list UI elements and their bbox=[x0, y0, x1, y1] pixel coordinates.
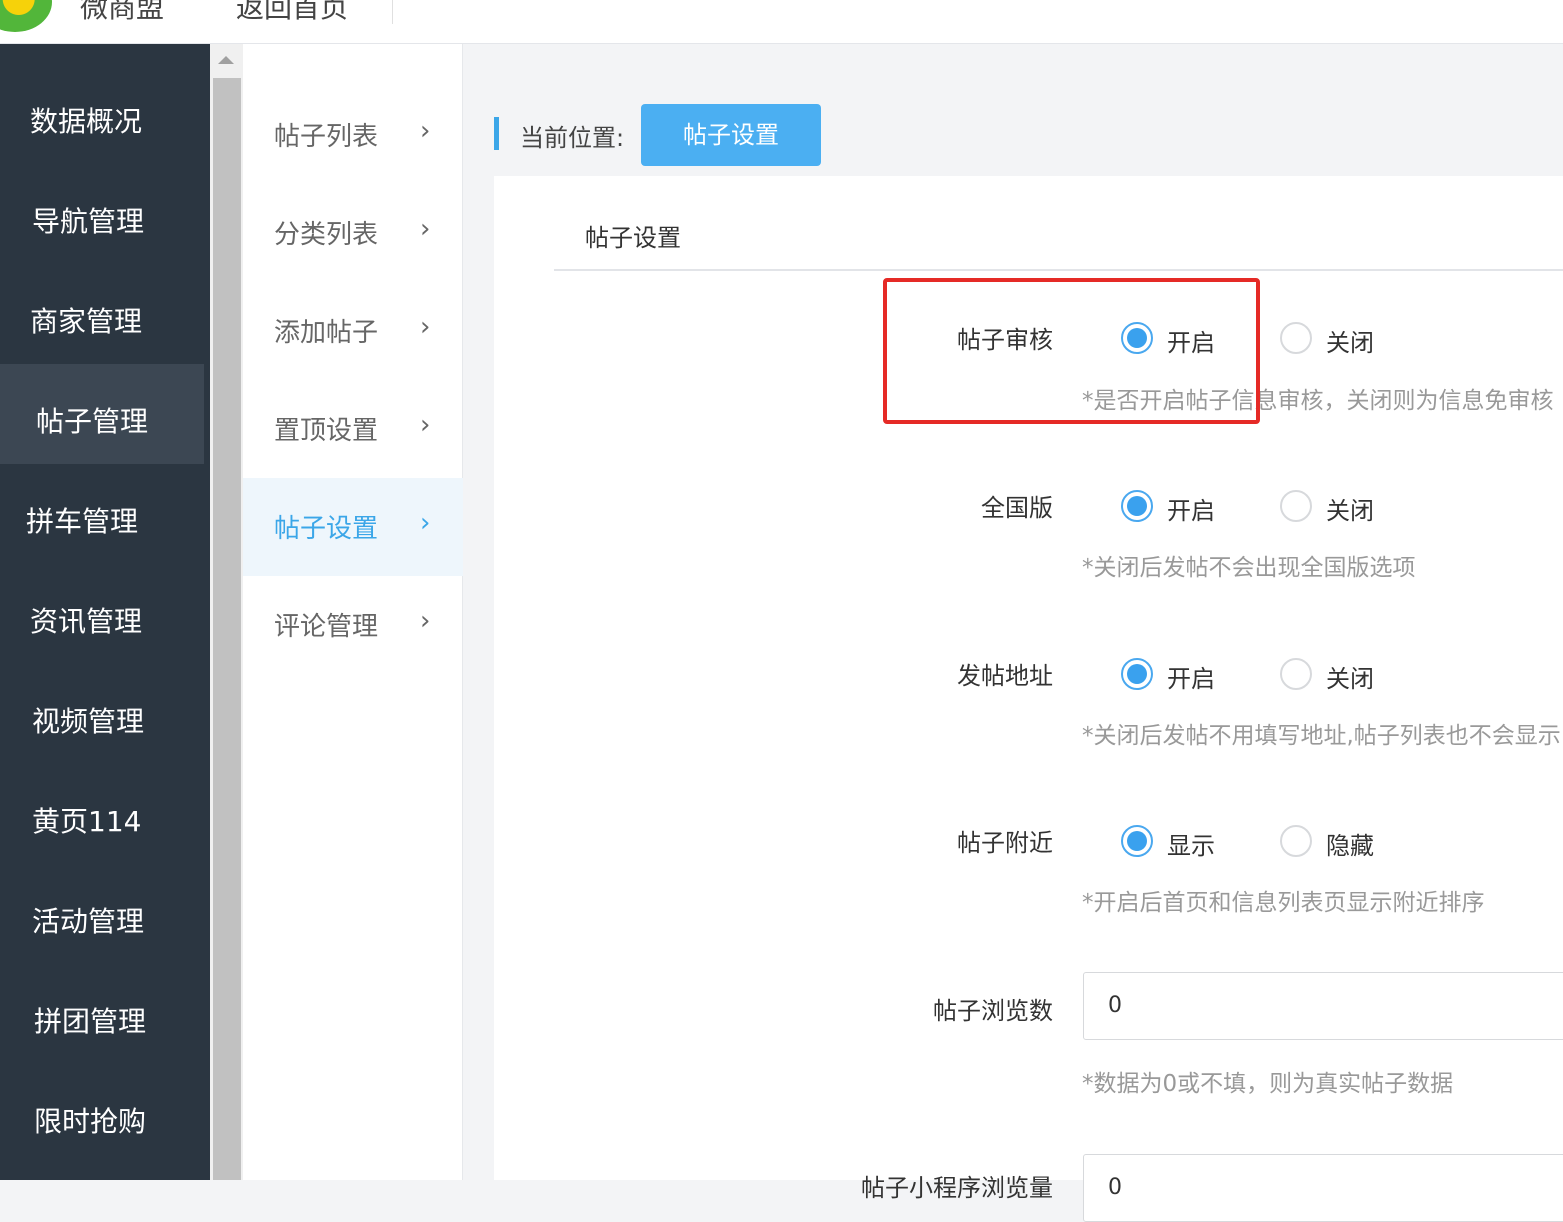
top-link-back-home[interactable]: 返回首页 bbox=[236, 0, 348, 26]
chevron-right-icon: › bbox=[420, 410, 431, 440]
radio-label: 隐藏 bbox=[1326, 832, 1374, 860]
sidebar-item-label: 帖子管理 bbox=[36, 405, 149, 438]
sidebar-item-label: 商家管理 bbox=[30, 305, 143, 338]
sidebar-item-label: 黄页114 bbox=[32, 805, 142, 838]
view-count-input[interactable]: 0 bbox=[1083, 972, 1563, 1040]
subnav-item-label: 置顶设置 bbox=[274, 416, 379, 446]
miniprogram-views-input[interactable]: 0 bbox=[1083, 1154, 1563, 1222]
subnav-item-label: 分类列表 bbox=[274, 220, 379, 250]
sidebar-item-merchant-management[interactable]: 商家管理 bbox=[0, 266, 204, 366]
chevron-right-icon: › bbox=[420, 606, 431, 636]
radio-label: 关闭 bbox=[1326, 497, 1374, 525]
setting-label-view-count: 帖子浏览数 bbox=[933, 997, 1053, 1025]
main-content: 当前位置: 帖子设置 帖子设置 帖子审核 开启 关闭 *是否开启帖子信息审核，关… bbox=[464, 44, 1563, 1222]
setting-label-miniprogram-views: 帖子小程序浏览量 bbox=[861, 1174, 1053, 1202]
chevron-right-icon: › bbox=[420, 508, 431, 538]
sidebar-item-label: 拼车管理 bbox=[26, 505, 139, 538]
radio-national-on[interactable] bbox=[1121, 490, 1153, 522]
setting-label-post-nearby: 帖子附近 bbox=[957, 829, 1053, 857]
subnav-item-category-list[interactable]: 分类列表 › bbox=[243, 184, 463, 282]
radio-national-off[interactable] bbox=[1280, 490, 1312, 522]
sidebar-item-post-management[interactable]: 帖子管理 bbox=[0, 364, 204, 464]
subnav-item-add-post[interactable]: 添加帖子 › bbox=[243, 282, 463, 380]
subnav-item-post-settings[interactable]: 帖子设置 › bbox=[243, 478, 463, 576]
hint-national: *关闭后发帖不会出现全国版选项 bbox=[1082, 555, 1416, 581]
radio-post-nearby-hide[interactable] bbox=[1280, 825, 1312, 857]
hint-post-address: *关闭后发帖不用填写地址,帖子列表也不会显示 bbox=[1082, 723, 1561, 749]
sub-nav: 帖子列表 › 分类列表 › 添加帖子 › 置顶设置 › 帖子设置 › 评论管理 … bbox=[243, 44, 463, 1180]
sidebar-item-yellow-pages[interactable]: 黄页114 bbox=[0, 766, 204, 866]
sidebar-item-event-management[interactable]: 活动管理 bbox=[0, 866, 204, 966]
highlight-annotation-box bbox=[883, 278, 1260, 424]
radio-post-review-off[interactable] bbox=[1280, 322, 1312, 354]
sidebar-item-carpool-management[interactable]: 拼车管理 bbox=[0, 466, 204, 566]
radio-label: 开启 bbox=[1167, 497, 1215, 525]
subnav-item-pin-settings[interactable]: 置顶设置 › bbox=[243, 380, 463, 478]
main-sidebar: 数据概况 导航管理 商家管理 帖子管理 拼车管理 资讯管理 视频管理 黄页114… bbox=[0, 44, 210, 1180]
top-bar: 微商盟 返回首页 bbox=[0, 0, 1563, 44]
sidebar-item-label: 拼团管理 bbox=[34, 1005, 147, 1038]
chevron-right-icon: › bbox=[420, 312, 431, 342]
panel-divider bbox=[554, 269, 1563, 271]
scroll-up-arrow-icon[interactable] bbox=[218, 56, 234, 64]
radio-post-address-off[interactable] bbox=[1280, 658, 1312, 690]
top-divider bbox=[392, 0, 393, 24]
sidebar-item-label: 限时抢购 bbox=[34, 1105, 147, 1138]
radio-label: 显示 bbox=[1167, 832, 1215, 860]
sidebar-item-flash-sale[interactable]: 限时抢购 bbox=[0, 1066, 204, 1166]
subnav-item-comment-management[interactable]: 评论管理 › bbox=[243, 576, 463, 674]
panel-title: 帖子设置 bbox=[585, 224, 681, 252]
setting-label-national: 全国版 bbox=[981, 494, 1053, 522]
sidebar-item-news-management[interactable]: 资讯管理 bbox=[0, 566, 204, 666]
subnav-item-label: 评论管理 bbox=[274, 612, 379, 642]
subnav-item-label: 帖子列表 bbox=[274, 122, 379, 152]
sidebar-item-nav-management[interactable]: 导航管理 bbox=[0, 166, 204, 266]
breadcrumb-label: 当前位置: bbox=[520, 124, 625, 152]
sidebar-item-video-management[interactable]: 视频管理 bbox=[0, 666, 204, 766]
hint-view-count: *数据为0或不填，则为真实帖子数据 bbox=[1082, 1071, 1454, 1097]
setting-label-post-address: 发帖地址 bbox=[957, 662, 1053, 690]
sidebar-item-label: 资讯管理 bbox=[30, 605, 143, 638]
radio-label: 开启 bbox=[1167, 665, 1215, 693]
chevron-right-icon: › bbox=[420, 214, 431, 244]
sidebar-item-label: 视频管理 bbox=[32, 705, 145, 738]
sidebar-item-label: 活动管理 bbox=[32, 905, 145, 938]
radio-post-address-on[interactable] bbox=[1121, 658, 1153, 690]
sidebar-scrollbar[interactable] bbox=[210, 44, 243, 1180]
hint-post-nearby: *开启后首页和信息列表页显示附近排序 bbox=[1082, 890, 1485, 916]
chevron-right-icon: › bbox=[420, 116, 431, 146]
radio-post-nearby-show[interactable] bbox=[1121, 825, 1153, 857]
subnav-item-label: 帖子设置 bbox=[274, 514, 379, 544]
subnav-item-label: 添加帖子 bbox=[274, 318, 379, 348]
sidebar-item-data-overview[interactable]: 数据概况 bbox=[0, 66, 204, 166]
sidebar-item-group-buy-management[interactable]: 拼团管理 bbox=[0, 966, 204, 1066]
subnav-item-post-list[interactable]: 帖子列表 › bbox=[243, 86, 463, 184]
app-logo bbox=[0, 0, 52, 32]
scrollbar-thumb[interactable] bbox=[213, 78, 241, 1180]
sidebar-item-label: 数据概况 bbox=[30, 105, 143, 138]
radio-label: 关闭 bbox=[1326, 665, 1374, 693]
radio-label: 关闭 bbox=[1326, 329, 1374, 357]
top-link-home-app[interactable]: 微商盟 bbox=[80, 0, 164, 26]
breadcrumb-accent-bar bbox=[494, 117, 499, 150]
sidebar-item-label: 导航管理 bbox=[32, 205, 145, 238]
breadcrumb-current-button[interactable]: 帖子设置 bbox=[641, 104, 821, 166]
